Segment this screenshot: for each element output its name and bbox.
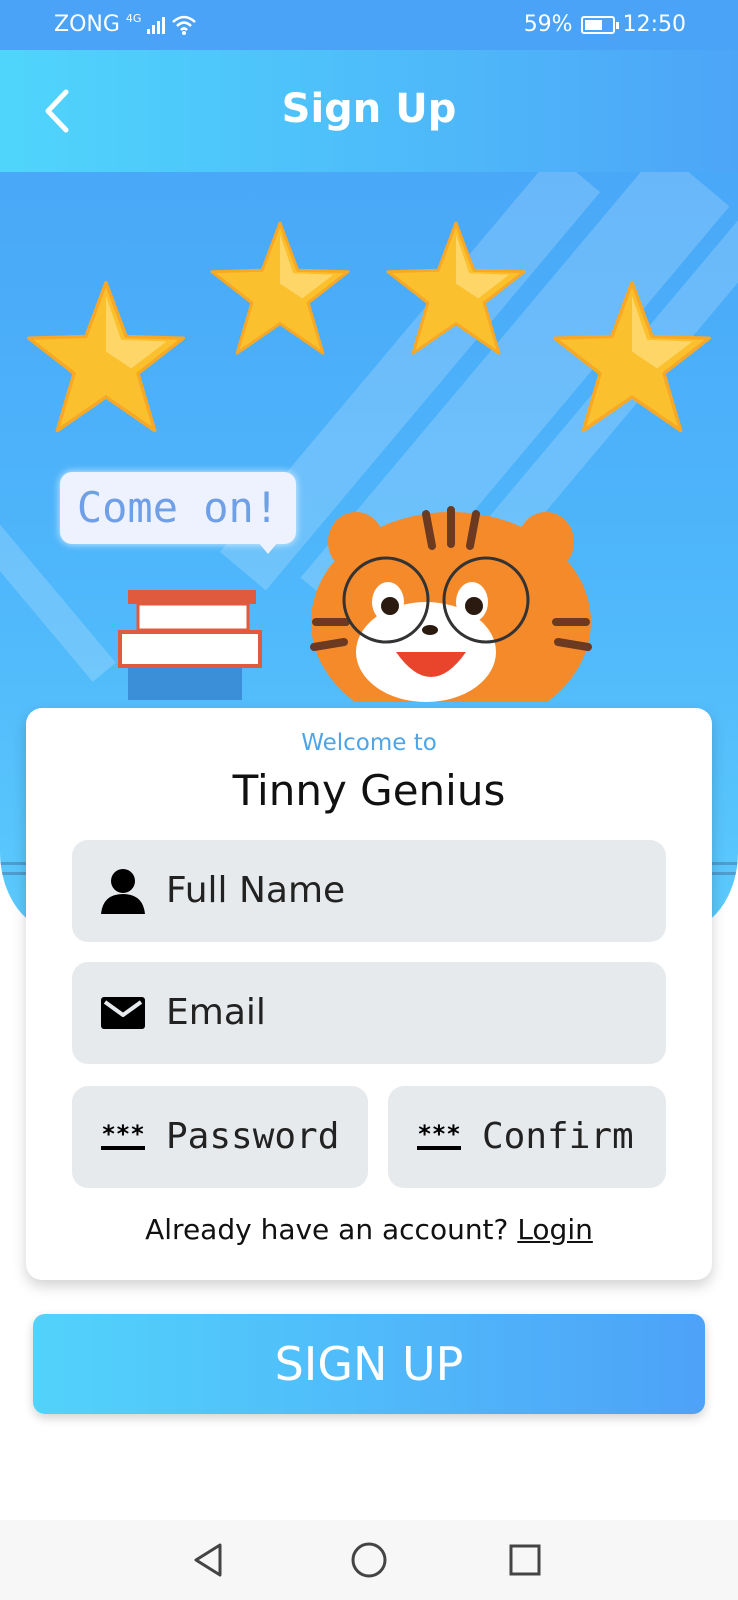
speech-bubble-tail <box>258 542 278 554</box>
battery-icon <box>580 15 619 34</box>
nav-recents-button[interactable] <box>505 1540 545 1580</box>
books-icon <box>118 590 262 700</box>
nav-home-icon <box>351 1542 387 1578</box>
email-placeholder: Email <box>166 992 266 1033</box>
page-title: Sign Up <box>281 86 457 132</box>
nav-recents-icon <box>509 1544 541 1576</box>
signup-card: Welcome to Tinny Genius Full Name Email … <box>26 708 712 1280</box>
password-icon: *** <box>417 1120 461 1150</box>
signal-icon <box>147 16 166 34</box>
mail-icon <box>101 997 145 1029</box>
app-header: Sign Up <box>0 50 738 172</box>
account-prompt-line: Already have an account? Login <box>26 1213 712 1246</box>
clock: 12:50 <box>622 12 686 37</box>
system-nav-bar <box>0 1520 738 1600</box>
account-prompt: Already have an account? <box>145 1213 509 1246</box>
speech-bubble: Come on! <box>60 472 296 544</box>
email-field[interactable]: Email <box>72 962 666 1064</box>
nav-home-button[interactable] <box>349 1540 389 1580</box>
confirm-password-field[interactable]: *** Confirm <box>388 1086 666 1188</box>
carrier-name: ZONG <box>54 12 120 37</box>
app-name: Tinny Genius <box>232 766 506 815</box>
battery-percent: 59% <box>523 12 573 37</box>
status-right: 59% 12:50 <box>524 12 686 37</box>
person-icon <box>101 869 145 914</box>
star-icon <box>386 221 526 355</box>
full-name-placeholder: Full Name <box>166 870 346 911</box>
nav-back-button[interactable] <box>190 1540 230 1580</box>
star-icon <box>553 281 711 433</box>
password-icon: *** <box>101 1120 145 1150</box>
full-name-field[interactable]: Full Name <box>72 840 666 942</box>
tiger-mascot <box>310 506 592 702</box>
star-icon <box>210 221 350 355</box>
login-link[interactable]: Login <box>517 1213 593 1246</box>
nav-back-icon <box>194 1543 222 1577</box>
signup-button[interactable]: SIGN UP <box>33 1314 705 1414</box>
star-icon <box>27 281 185 433</box>
network-type: 4G <box>125 12 142 25</box>
confirm-placeholder: Confirm <box>482 1116 634 1157</box>
status-left: ZONG 4G <box>54 12 197 37</box>
svg-text:***: *** <box>101 1120 144 1148</box>
password-placeholder: Password <box>166 1116 340 1157</box>
status-bar: ZONG 4G 59% 12:50 <box>0 0 738 50</box>
welcome-text: Welcome to <box>301 730 437 756</box>
svg-text:***: *** <box>417 1120 460 1148</box>
wifi-icon <box>172 15 197 35</box>
password-field[interactable]: *** Password <box>72 1086 368 1188</box>
